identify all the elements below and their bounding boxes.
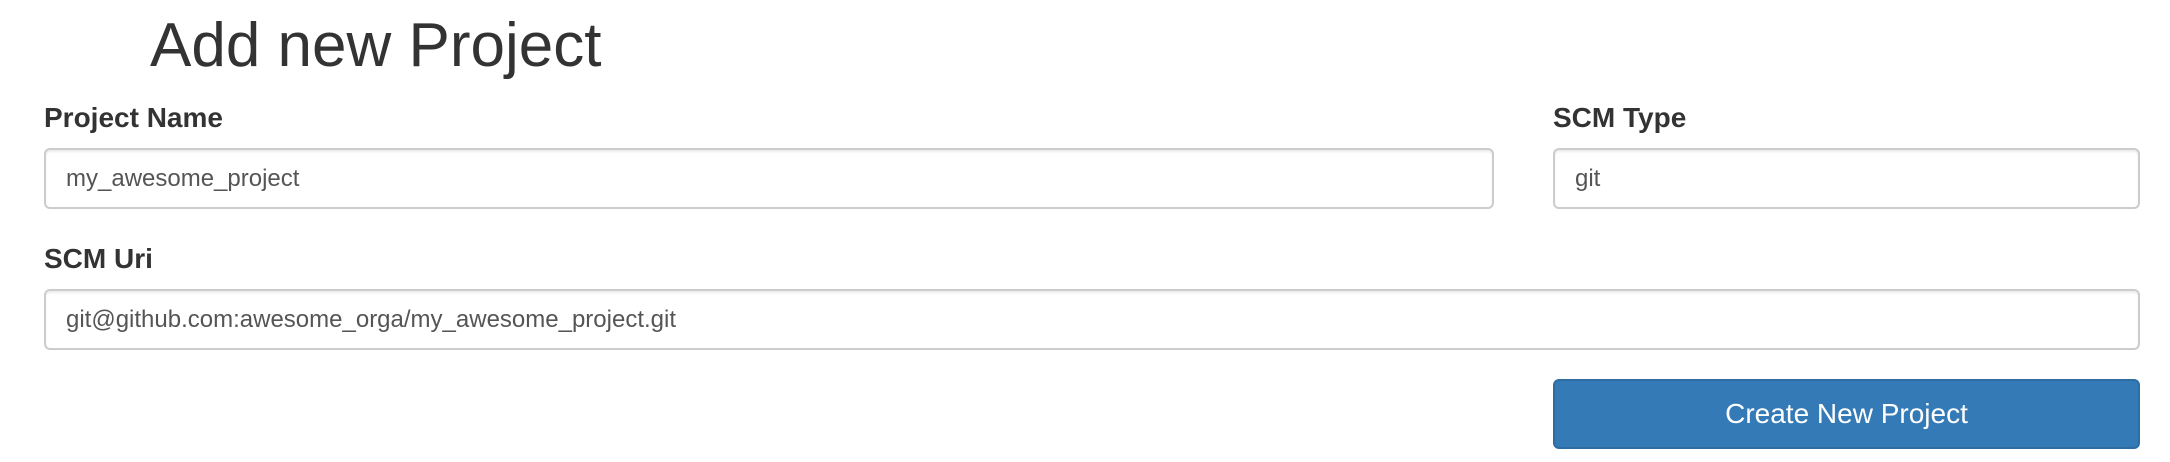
page-title: Add new Project xyxy=(150,11,602,80)
scm-uri-label: SCM Uri xyxy=(44,243,153,274)
create-new-project-button[interactable]: Create New Project xyxy=(1553,379,2140,449)
project-name-input[interactable] xyxy=(44,148,1494,209)
scm-type-label: SCM Type xyxy=(1553,102,1687,133)
project-name-label: Project Name xyxy=(44,102,223,133)
scm-type-input[interactable] xyxy=(1553,148,2140,209)
scm-uri-input[interactable] xyxy=(44,289,2140,350)
